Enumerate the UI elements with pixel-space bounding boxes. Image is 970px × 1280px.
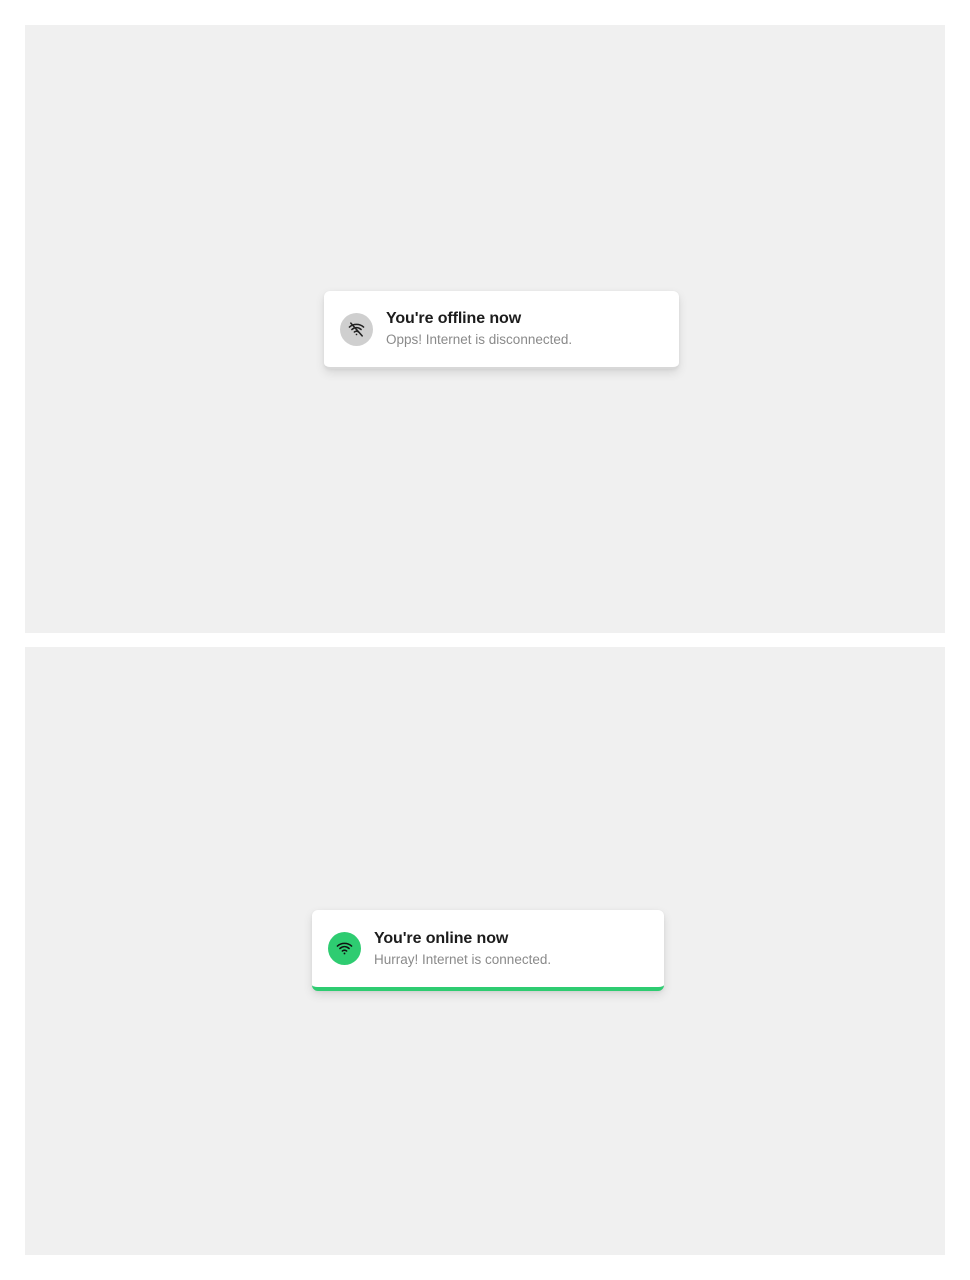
offline-toast: You're offline now Opps! Internet is dis…	[324, 291, 679, 369]
wifi-icon	[328, 932, 361, 965]
toast-message: Hurray! Internet is connected.	[374, 951, 552, 967]
offline-demo-panel: You're offline now Opps! Internet is dis…	[25, 25, 945, 633]
toast-message: Opps! Internet is disconnected.	[386, 332, 573, 347]
online-toast: You're online now Hurray! Internet is co…	[312, 910, 664, 991]
toast-title: You're online now	[374, 929, 509, 947]
toast-title: You're offline now	[386, 310, 522, 327]
online-demo-panel: You're online now Hurray! Internet is co…	[25, 647, 945, 1255]
wifi-off-icon	[340, 312, 373, 346]
